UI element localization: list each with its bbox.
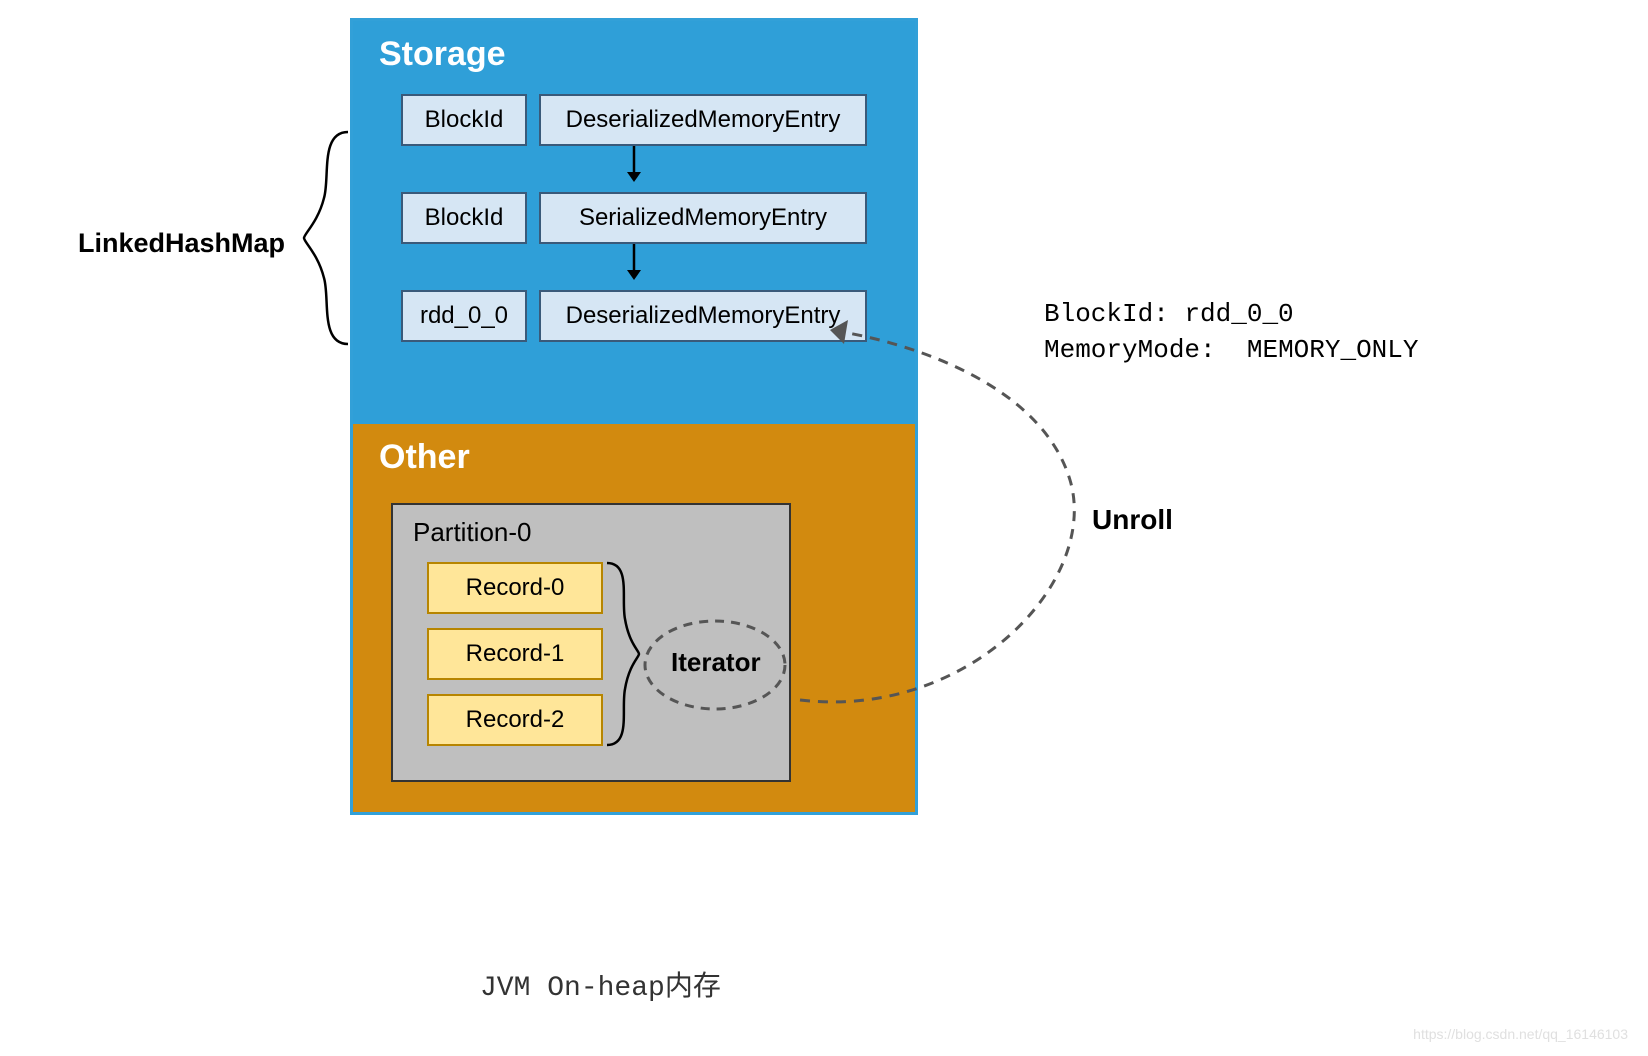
blockid-value: rdd_0_0 [1184,299,1293,329]
map-val: DeserializedMemoryEntry [539,290,867,342]
map-key: BlockId [401,192,527,244]
arrow-down-icon [353,146,915,182]
record-item: Record-0 [427,562,603,614]
memmode-value: MEMORY_ONLY [1247,335,1419,365]
linkedhashmap-label: LinkedHashMap [78,228,285,259]
storage-title: Storage [353,21,915,84]
map-key: BlockId [401,94,527,146]
map-row-0: BlockId DeserializedMemoryEntry [353,94,915,146]
iterator-label: Iterator [671,647,761,678]
other-title: Other [353,424,915,487]
records-brace-icon [605,559,641,749]
partition-title: Partition-0 [413,517,775,548]
partition-box: Partition-0 Record-0 Record-1 Record-2 I… [391,503,791,782]
left-brace-icon [300,128,350,348]
map-key: rdd_0_0 [401,290,527,342]
other-section: Other Partition-0 Record-0 Record-1 Reco… [353,424,915,812]
watermark: https://blog.csdn.net/qq_16146103 [1413,1026,1628,1042]
storage-section: Storage BlockId DeserializedMemoryEntry … [353,21,915,424]
arrow-down-icon [353,244,915,280]
map-val: SerializedMemoryEntry [539,192,867,244]
unroll-label: Unroll [1092,504,1173,536]
map-row-1: BlockId SerializedMemoryEntry [353,192,915,244]
memory-column: Storage BlockId DeserializedMemoryEntry … [350,18,918,815]
map-row-2: rdd_0_0 DeserializedMemoryEntry [353,290,915,342]
memmode-label: MemoryMode: [1044,335,1216,365]
record-item: Record-2 [427,694,603,746]
jvm-caption: JVM On-heap内存 [480,964,721,1004]
map-val: DeserializedMemoryEntry [539,94,867,146]
blockid-label: BlockId: [1044,299,1169,329]
block-meta: BlockId: rdd_0_0 MemoryMode: MEMORY_ONLY [1044,296,1419,369]
record-item: Record-1 [427,628,603,680]
